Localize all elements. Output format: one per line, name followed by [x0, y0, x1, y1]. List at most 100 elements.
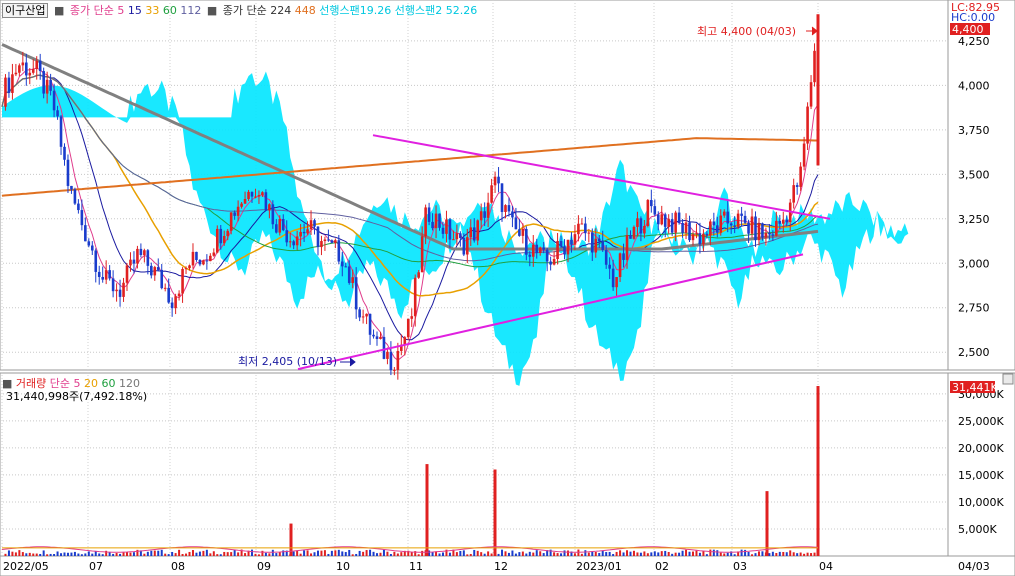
candle-body [379, 336, 382, 339]
candle-body [11, 74, 14, 93]
candle-body [111, 278, 115, 292]
candle-body [431, 221, 434, 229]
volume-bar [514, 553, 517, 556]
volume-bar [219, 554, 222, 556]
volume-bar [473, 549, 476, 556]
candle-body [518, 229, 521, 236]
volume-bar [785, 552, 788, 556]
candle-body [698, 233, 702, 245]
x-tick-label: 07 [89, 560, 103, 573]
volume-bar [369, 549, 372, 556]
candle-body [712, 221, 716, 226]
volume-bar [685, 549, 688, 556]
candle-body [104, 270, 108, 280]
candle-body [25, 62, 28, 76]
candle-body [709, 221, 712, 236]
legend-bullet-icon: ■ [53, 4, 65, 17]
candle-body [410, 316, 414, 319]
volume-bar [42, 550, 45, 556]
span2-value: 52.26 [445, 4, 478, 17]
volume-bar [678, 552, 681, 556]
volume-bar [615, 551, 618, 556]
volume-bar [153, 550, 156, 556]
volume-bar [556, 553, 559, 556]
volume-bar [483, 553, 486, 556]
candle-body [56, 110, 59, 117]
candle-body [247, 191, 250, 200]
volume-bar [511, 550, 514, 556]
candle-body [261, 192, 264, 196]
volume-bar [504, 551, 507, 556]
volume-bar [629, 551, 632, 556]
candle-body [243, 199, 247, 204]
candle-body [87, 241, 91, 246]
volume-bar [636, 552, 639, 556]
candle-body [768, 232, 771, 235]
candle-body [476, 220, 480, 241]
volume-bar [198, 551, 201, 556]
volume-bar [799, 552, 802, 556]
volume-bar [671, 553, 674, 556]
volume-bar [664, 550, 667, 556]
volume-bar [778, 551, 781, 556]
volume-bar [271, 549, 274, 556]
candle-body [702, 233, 705, 245]
volume-bar [292, 551, 295, 556]
volume-bar [622, 552, 625, 556]
volume-bar [132, 552, 135, 556]
candle-body [670, 219, 674, 233]
volume-bar [275, 553, 278, 556]
x-tick-label: 2023/01 [576, 560, 622, 573]
x-tick-label: 04 [819, 560, 833, 573]
candle-body [479, 211, 483, 221]
candle-body [285, 230, 289, 243]
candle-body [452, 239, 455, 241]
volume-bar [181, 553, 184, 556]
volume-bar [223, 551, 226, 556]
volume-bar [771, 551, 774, 556]
candle-body [209, 255, 212, 262]
volume-bar [313, 552, 316, 556]
volume-bar [70, 552, 73, 556]
candle-body [153, 267, 157, 276]
candle-body [191, 251, 195, 266]
candle-body [413, 277, 417, 317]
candle-body [483, 211, 486, 218]
volume-bar [63, 552, 66, 556]
volume-tick-label: 5,000K [958, 523, 997, 536]
stock-name[interactable]: 이구산업 [2, 3, 49, 18]
volume-bar [205, 549, 208, 556]
candle-body [643, 225, 646, 234]
volume-bar [112, 553, 115, 556]
candle-body [219, 228, 223, 244]
volume-bar [733, 554, 736, 556]
volume-bar [188, 551, 191, 556]
resize-handle-icon[interactable] [1002, 373, 1014, 385]
volume-bar [11, 551, 14, 556]
candle-body [299, 231, 302, 237]
legend-bullet-icon: ■ [206, 4, 218, 17]
candle-body [268, 204, 271, 211]
candle-body [445, 219, 448, 234]
candle-body [545, 249, 549, 262]
volume-bar [650, 552, 653, 556]
volume-bar [421, 550, 424, 556]
volume-bar [775, 553, 778, 556]
volume-bar [584, 550, 587, 556]
volume-bar [431, 551, 434, 556]
volume-bar [761, 551, 764, 556]
candle-body [52, 90, 56, 111]
candle-body [566, 239, 570, 255]
candle-body [448, 219, 452, 240]
volume-bar [643, 551, 646, 556]
volume-bar [560, 553, 563, 556]
candle-body [618, 253, 622, 278]
volume-bar [244, 553, 247, 556]
price-tick-label: 3,750 [958, 124, 990, 137]
candle-body [573, 234, 577, 245]
volume-bar [14, 552, 17, 556]
volume-bar [164, 553, 167, 556]
candle-body [615, 277, 618, 288]
candle-body [705, 233, 709, 236]
volume-bar [178, 549, 181, 556]
